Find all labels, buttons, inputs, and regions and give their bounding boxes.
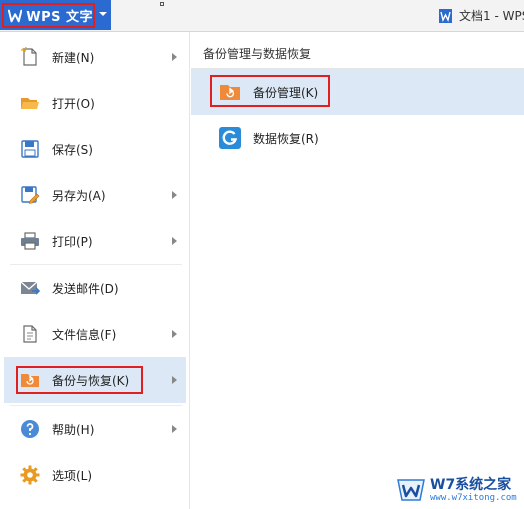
- site-watermark: W7系统之家 www.w7xitong.com: [396, 474, 520, 506]
- app-menu-button[interactable]: WPS 文字: [0, 0, 111, 30]
- menu-divider: [10, 405, 182, 406]
- menu-item-save-as[interactable]: 另存为(A): [4, 174, 186, 216]
- watermark-url: www.w7xitong.com: [430, 492, 517, 503]
- watermark-title: W7系统之家: [430, 476, 512, 493]
- chevron-right-icon: [172, 237, 177, 245]
- submenu-item-data-recovery[interactable]: 数据恢复(R): [191, 115, 524, 161]
- menu-divider: [10, 264, 182, 265]
- file-menu: 新建(N) 打开(O) 保存(S) 另存为(A) 打印(P) 发送邮件(D) 文…: [0, 32, 190, 509]
- submenu-title: 备份管理与数据恢复: [203, 47, 312, 61]
- resize-handle: [160, 2, 164, 6]
- backup-folder-icon: [21, 374, 39, 387]
- save-icon: [21, 140, 39, 158]
- chevron-down-icon[interactable]: [98, 10, 110, 22]
- menu-item-file-info[interactable]: 文件信息(F): [4, 313, 186, 355]
- menu-item-save[interactable]: 保存(S): [4, 128, 186, 170]
- menu-item-label: 文件信息(F): [52, 328, 117, 342]
- help-icon: [21, 420, 39, 438]
- chevron-right-icon: [172, 425, 177, 433]
- menu-item-options[interactable]: 选项(L): [4, 454, 186, 496]
- submenu-item-label: 备份管理(K): [253, 86, 319, 100]
- submenu-item-backup-management[interactable]: 备份管理(K): [191, 69, 524, 115]
- app-title: WPS 文字: [26, 10, 93, 25]
- chevron-right-icon: [172, 330, 177, 338]
- w7-logo-icon: [397, 479, 425, 501]
- menu-item-new[interactable]: 新建(N): [4, 36, 186, 78]
- title-bar: WPS 文字 文档1 - WPS: [0, 0, 524, 32]
- menu-item-label: 另存为(A): [52, 189, 106, 203]
- app-title-highlight: WPS 文字: [2, 3, 95, 28]
- submenu-panel: 备份管理与数据恢复 备份管理(K) 数据恢复(R): [191, 32, 524, 509]
- new-document-icon: [21, 47, 37, 66]
- data-recovery-icon: [219, 127, 241, 149]
- menu-item-help[interactable]: 帮助(H): [4, 408, 186, 450]
- wps-logo-icon: [8, 9, 23, 22]
- printer-icon: [21, 232, 39, 250]
- menu-item-label: 新建(N): [52, 51, 95, 65]
- file-info-icon: [23, 325, 37, 343]
- menu-item-label: 帮助(H): [52, 423, 95, 437]
- menu-item-label: 选项(L): [52, 469, 93, 483]
- mail-icon: [20, 281, 40, 295]
- menu-item-backup-restore[interactable]: 备份与恢复(K): [4, 357, 186, 403]
- save-as-icon: [21, 186, 40, 204]
- menu-item-open[interactable]: 打开(O): [4, 82, 186, 124]
- menu-item-label: 备份与恢复(K): [52, 374, 130, 388]
- chevron-right-icon: [172, 376, 177, 384]
- menu-item-label: 打印(P): [52, 235, 93, 249]
- document-tab[interactable]: 文档1 - WPS: [438, 7, 524, 24]
- menu-item-send-mail[interactable]: 发送邮件(D): [4, 267, 186, 309]
- menu-item-label: 保存(S): [52, 143, 93, 157]
- document-icon: [439, 8, 452, 23]
- menu-item-label: 打开(O): [52, 97, 95, 111]
- menu-item-print[interactable]: 打印(P): [4, 220, 186, 262]
- submenu-item-label: 数据恢复(R): [253, 132, 319, 146]
- folder-open-icon: [21, 98, 39, 109]
- gear-icon: [20, 465, 40, 485]
- backup-folder-icon: [220, 85, 240, 100]
- document-tab-label: 文档1 - WPS: [459, 9, 524, 23]
- menu-item-label: 发送邮件(D): [52, 282, 119, 296]
- chevron-right-icon: [172, 191, 177, 199]
- chevron-right-icon: [172, 53, 177, 61]
